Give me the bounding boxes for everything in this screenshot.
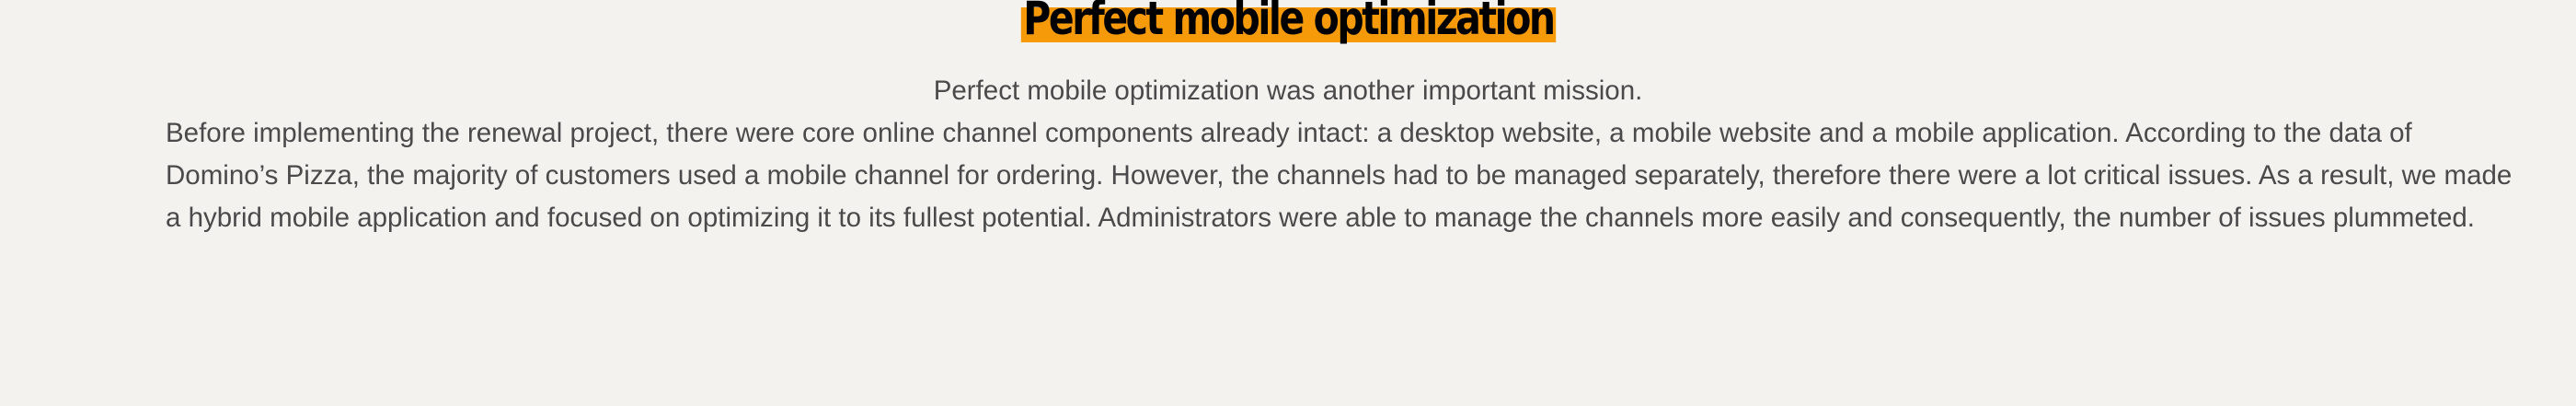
description-line-4: a hybrid mobile application and focused … (166, 203, 2475, 233)
mobile-optimization-section: Perfect mobile optimization Perfect mobi… (0, 0, 2576, 406)
description-line-1: Perfect mobile optimization was another … (933, 75, 1643, 106)
description-line-3: Domino’s Pizza, the majority of customer… (166, 160, 2513, 191)
section-description: Perfect mobile optimization was another … (166, 70, 2513, 239)
section-title: Perfect mobile optimization (1020, 0, 1556, 42)
section-title-wrapper: Perfect mobile optimization (0, 0, 2576, 81)
description-line-2: Before implementing the renewal project,… (166, 118, 2412, 148)
